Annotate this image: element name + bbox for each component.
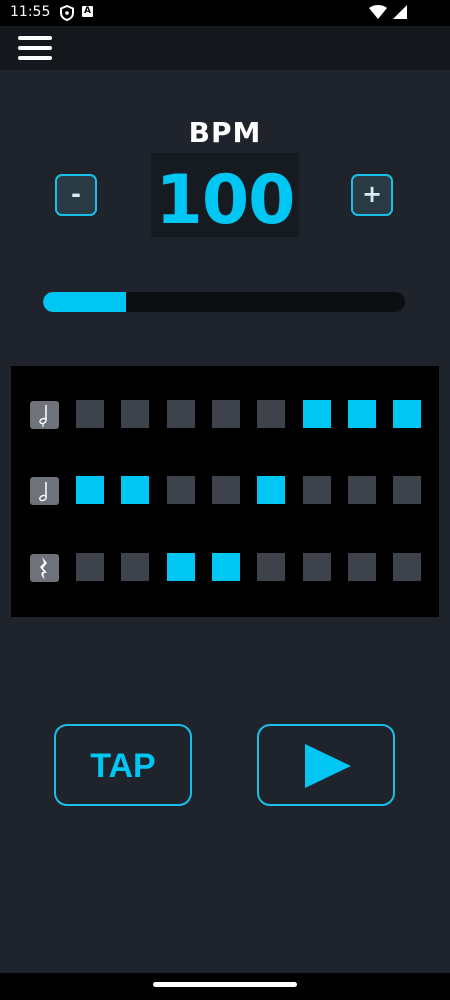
increment-bpm-button[interactable]: + (351, 174, 393, 216)
tap-label: TAP (90, 747, 156, 785)
wifi-icon (369, 5, 387, 19)
tempo-slider[interactable] (43, 292, 405, 312)
pattern-cell-half-note-5[interactable] (257, 476, 286, 504)
pattern-cell-half-note-7[interactable] (347, 476, 376, 504)
home-gesture-pill[interactable] (153, 982, 297, 987)
pattern-row-quarter-note (11, 400, 439, 430)
play-icon (305, 744, 351, 788)
pattern-cell-rest-7[interactable] (347, 553, 376, 581)
pattern-cell-rest-8[interactable] (393, 553, 422, 581)
a-badge-icon: A (82, 6, 93, 17)
pattern-cell-half-note-6[interactable] (302, 476, 331, 504)
pattern-cell-quarter-note-7[interactable] (347, 400, 376, 428)
quarter-rest-icon[interactable] (30, 554, 59, 582)
shield-icon (60, 5, 74, 21)
status-time: 11:55 (10, 4, 51, 20)
quarter-note-icon[interactable] (30, 401, 59, 429)
pattern-row-rest (11, 553, 439, 583)
pattern-cell-half-note-3[interactable] (166, 476, 195, 504)
pattern-cell-rest-2[interactable] (121, 553, 150, 581)
pattern-cell-quarter-note-4[interactable] (211, 400, 240, 428)
pattern-cell-half-note-2[interactable] (121, 476, 150, 504)
pattern-cell-half-note-8[interactable] (393, 476, 422, 504)
pattern-cell-rest-1[interactable] (76, 553, 104, 581)
half-note-icon[interactable] (30, 477, 59, 505)
status-bar: 11:55 A (0, 0, 450, 26)
system-nav-bar (0, 973, 450, 1000)
bpm-value: 100 (155, 161, 296, 240)
battery-icon (393, 5, 407, 19)
pattern-row-half-note (11, 476, 439, 506)
pattern-cell-quarter-note-1[interactable] (76, 400, 104, 428)
bpm-display[interactable]: 100 (151, 153, 299, 240)
decrement-bpm-button[interactable]: - (55, 174, 97, 216)
bpm-label: BPM (188, 116, 262, 149)
pattern-cell-rest-5[interactable] (257, 553, 286, 581)
hamburger-menu-icon[interactable] (16, 34, 54, 62)
pattern-cell-rest-6[interactable] (302, 553, 331, 581)
tempo-slider-fill (43, 292, 127, 312)
pattern-cell-quarter-note-8[interactable] (393, 400, 422, 428)
pattern-cell-rest-4[interactable] (211, 553, 240, 581)
pattern-cell-quarter-note-6[interactable] (302, 400, 331, 428)
pattern-cell-quarter-note-3[interactable] (166, 400, 195, 428)
pattern-cell-half-note-1[interactable] (76, 476, 104, 504)
app-bar (0, 26, 450, 70)
tap-tempo-button[interactable]: TAP (54, 724, 192, 806)
pattern-cell-rest-3[interactable] (166, 553, 195, 581)
pattern-grid (11, 366, 439, 617)
pattern-cell-quarter-note-2[interactable] (121, 400, 150, 428)
pattern-cell-half-note-4[interactable] (211, 476, 240, 504)
pattern-cell-quarter-note-5[interactable] (257, 400, 286, 428)
play-button[interactable] (257, 724, 395, 806)
